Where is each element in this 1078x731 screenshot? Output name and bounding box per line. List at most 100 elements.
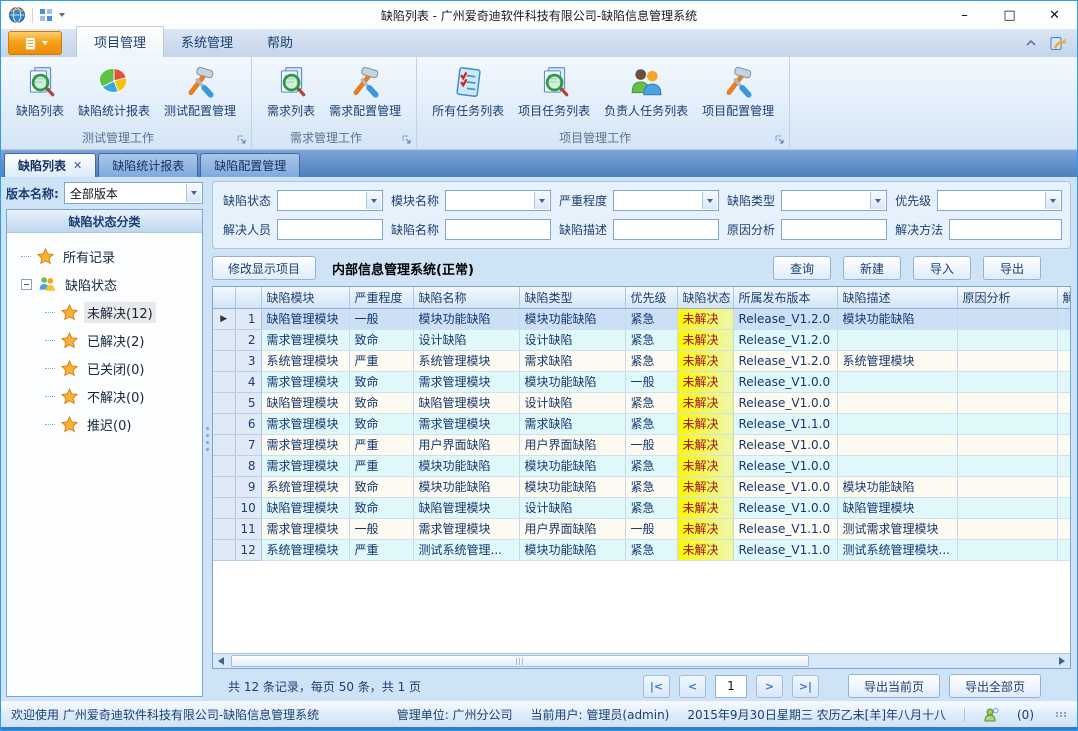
- ribbon-button[interactable]: 缺陷统计报表: [71, 60, 157, 121]
- column-header[interactable]: 缺陷名称: [413, 287, 519, 308]
- table-row[interactable]: 9系统管理模块致命模块功能缺陷模块功能缺陷紧急未解决Release_V1.0.0…: [213, 476, 1071, 497]
- tree-item[interactable]: 所有记录: [11, 242, 198, 270]
- quick-access-grid-icon[interactable]: [39, 8, 53, 22]
- scrollbar-track[interactable]: [229, 654, 1054, 668]
- ribbon-tab-project[interactable]: 项目管理: [76, 26, 164, 57]
- table-row[interactable]: 10缺陷管理模块致命缺陷管理模块设计缺陷紧急未解决Release_V1.0.0缺…: [213, 497, 1071, 518]
- version-combobox-dropdown-button[interactable]: [186, 184, 201, 202]
- table-row[interactable]: 6需求管理模块致命需求管理模块需求缺陷紧急未解决Release_V1.1.0: [213, 413, 1071, 434]
- resize-grip-icon[interactable]: [1056, 712, 1067, 717]
- filter-combobox-dropdown-button[interactable]: [534, 192, 549, 209]
- filter-text-input[interactable]: [278, 220, 382, 239]
- table-row[interactable]: 2需求管理模块致命设计缺陷设计缺陷紧急未解决Release_V1.2.0: [213, 329, 1071, 350]
- import-button[interactable]: 导入: [913, 256, 971, 280]
- filter-input[interactable]: [277, 219, 383, 240]
- filter-combobox[interactable]: [445, 190, 551, 211]
- filter-input[interactable]: [613, 219, 719, 240]
- row-indicator: [213, 476, 235, 497]
- sidebar-splitter[interactable]: [203, 177, 212, 701]
- filter-combobox[interactable]: [781, 190, 887, 211]
- maximize-button[interactable]: □: [987, 1, 1032, 29]
- minimize-button[interactable]: –: [942, 1, 987, 29]
- table-row[interactable]: 12系统管理模块严重测试系统管理...模块功能缺陷紧急未解决Release_V1…: [213, 539, 1071, 560]
- column-header[interactable]: 解决方法: [1057, 287, 1071, 308]
- modify-display-items-button[interactable]: 修改显示项目: [212, 256, 316, 280]
- about-help-icon[interactable]: [1049, 34, 1067, 52]
- dialog-launcher-icon[interactable]: [237, 135, 247, 145]
- filter-combobox[interactable]: [613, 190, 719, 211]
- table-row[interactable]: 5缺陷管理模块致命缺陷管理模块设计缺陷紧急未解决Release_V1.0.0: [213, 392, 1071, 413]
- filter-text-input[interactable]: [950, 220, 1061, 239]
- scrollbar-thumb[interactable]: [231, 655, 809, 667]
- document-tab[interactable]: 缺陷配置管理: [200, 153, 300, 177]
- page-number-input[interactable]: [715, 675, 747, 698]
- tree-item[interactable]: 已解决(2): [11, 326, 198, 354]
- tree-item[interactable]: 不解决(0): [11, 382, 198, 410]
- scroll-left-arrow-icon[interactable]: [213, 654, 229, 668]
- column-header[interactable]: 严重程度: [349, 287, 413, 308]
- query-button[interactable]: 查询: [773, 256, 831, 280]
- ribbon-button[interactable]: 需求列表: [260, 60, 322, 121]
- document-tab[interactable]: 缺陷列表✕: [4, 153, 96, 177]
- export-all-pages-button[interactable]: 导出全部页: [949, 674, 1041, 698]
- horizontal-scrollbar[interactable]: [213, 653, 1070, 668]
- ribbon-tab-help[interactable]: 帮助: [250, 27, 310, 57]
- table-row[interactable]: ▶1缺陷管理模块一般模块功能缺陷模块功能缺陷紧急未解决Release_V1.2.…: [213, 308, 1071, 329]
- ribbon-button[interactable]: 缺陷列表: [9, 60, 71, 121]
- export-current-page-button[interactable]: 导出当前页: [848, 674, 940, 698]
- ribbon-tab-system[interactable]: 系统管理: [164, 27, 250, 57]
- ribbon-button[interactable]: 项目配置管理: [695, 60, 781, 121]
- table-row[interactable]: 3系统管理模块严重系统管理模块需求缺陷紧急未解决Release_V1.2.0系统…: [213, 350, 1071, 371]
- filter-text-input[interactable]: [782, 220, 886, 239]
- filter-combobox-dropdown-button[interactable]: [366, 192, 381, 209]
- filter-combobox-dropdown-button[interactable]: [1045, 192, 1060, 209]
- cell-cause: [957, 455, 1057, 476]
- table-row[interactable]: 7需求管理模块严重用户界面缺陷用户界面缺陷一般未解决Release_V1.0.0: [213, 434, 1071, 455]
- new-button[interactable]: 新建: [843, 256, 901, 280]
- scroll-right-arrow-icon[interactable]: [1054, 654, 1070, 668]
- ribbon-button[interactable]: 所有任务列表: [425, 60, 511, 121]
- column-header[interactable]: 原因分析: [957, 287, 1057, 308]
- filter-text-input[interactable]: [446, 220, 550, 239]
- close-button[interactable]: ✕: [1032, 1, 1077, 29]
- tree-item[interactable]: 未解决(12): [11, 298, 198, 326]
- column-header[interactable]: 缺陷描述: [837, 287, 957, 308]
- dialog-launcher-icon[interactable]: [402, 135, 412, 145]
- export-button[interactable]: 导出: [983, 256, 1041, 280]
- dialog-launcher-icon[interactable]: [775, 135, 785, 145]
- column-header[interactable]: 缺陷模块: [261, 287, 349, 308]
- filter-combobox-dropdown-button[interactable]: [702, 192, 717, 209]
- filter-input[interactable]: [781, 219, 887, 240]
- close-tab-icon[interactable]: ✕: [73, 160, 82, 171]
- table-row[interactable]: 8需求管理模块严重模块功能缺陷模块功能缺陷紧急未解决Release_V1.0.0: [213, 455, 1071, 476]
- document-tab[interactable]: 缺陷统计报表: [98, 153, 198, 177]
- filter-input[interactable]: [445, 219, 551, 240]
- filter-text-input[interactable]: [614, 220, 718, 239]
- ribbon-button[interactable]: 项目任务列表: [511, 60, 597, 121]
- table-row[interactable]: 11需求管理模块一般需求管理模块用户界面缺陷一般未解决Release_V1.1.…: [213, 518, 1071, 539]
- collapse-expander-icon[interactable]: [21, 279, 32, 290]
- column-header[interactable]: 所属发布版本: [733, 287, 837, 308]
- tree-item[interactable]: 缺陷状态: [11, 270, 198, 298]
- ribbon-button[interactable]: 需求配置管理: [322, 60, 408, 121]
- filter-combobox-dropdown-button[interactable]: [870, 192, 885, 209]
- ribbon-button[interactable]: 测试配置管理: [157, 60, 243, 121]
- table-row[interactable]: 4需求管理模块致命需求管理模块模块功能缺陷一般未解决Release_V1.0.0: [213, 371, 1071, 392]
- first-page-button[interactable]: |<: [643, 675, 670, 698]
- column-header[interactable]: 缺陷状态: [677, 287, 733, 308]
- next-page-button[interactable]: >: [756, 675, 783, 698]
- column-header[interactable]: 缺陷类型: [519, 287, 625, 308]
- column-header[interactable]: 优先级: [625, 287, 677, 308]
- ribbon-button[interactable]: 负责人任务列表: [597, 60, 695, 121]
- prev-page-button[interactable]: <: [679, 675, 706, 698]
- collapse-ribbon-chevron-icon[interactable]: [1025, 39, 1037, 47]
- filter-input[interactable]: [949, 219, 1062, 240]
- tree-item[interactable]: 已关闭(0): [11, 354, 198, 382]
- application-menu-button[interactable]: [8, 31, 62, 55]
- version-combobox[interactable]: 全部版本: [64, 182, 203, 204]
- last-page-button[interactable]: >|: [792, 675, 819, 698]
- tree-item[interactable]: 推迟(0): [11, 410, 198, 438]
- filter-combobox[interactable]: [277, 190, 383, 211]
- quick-access-dropdown-caret-icon[interactable]: [59, 13, 65, 17]
- filter-combobox[interactable]: [937, 190, 1062, 211]
